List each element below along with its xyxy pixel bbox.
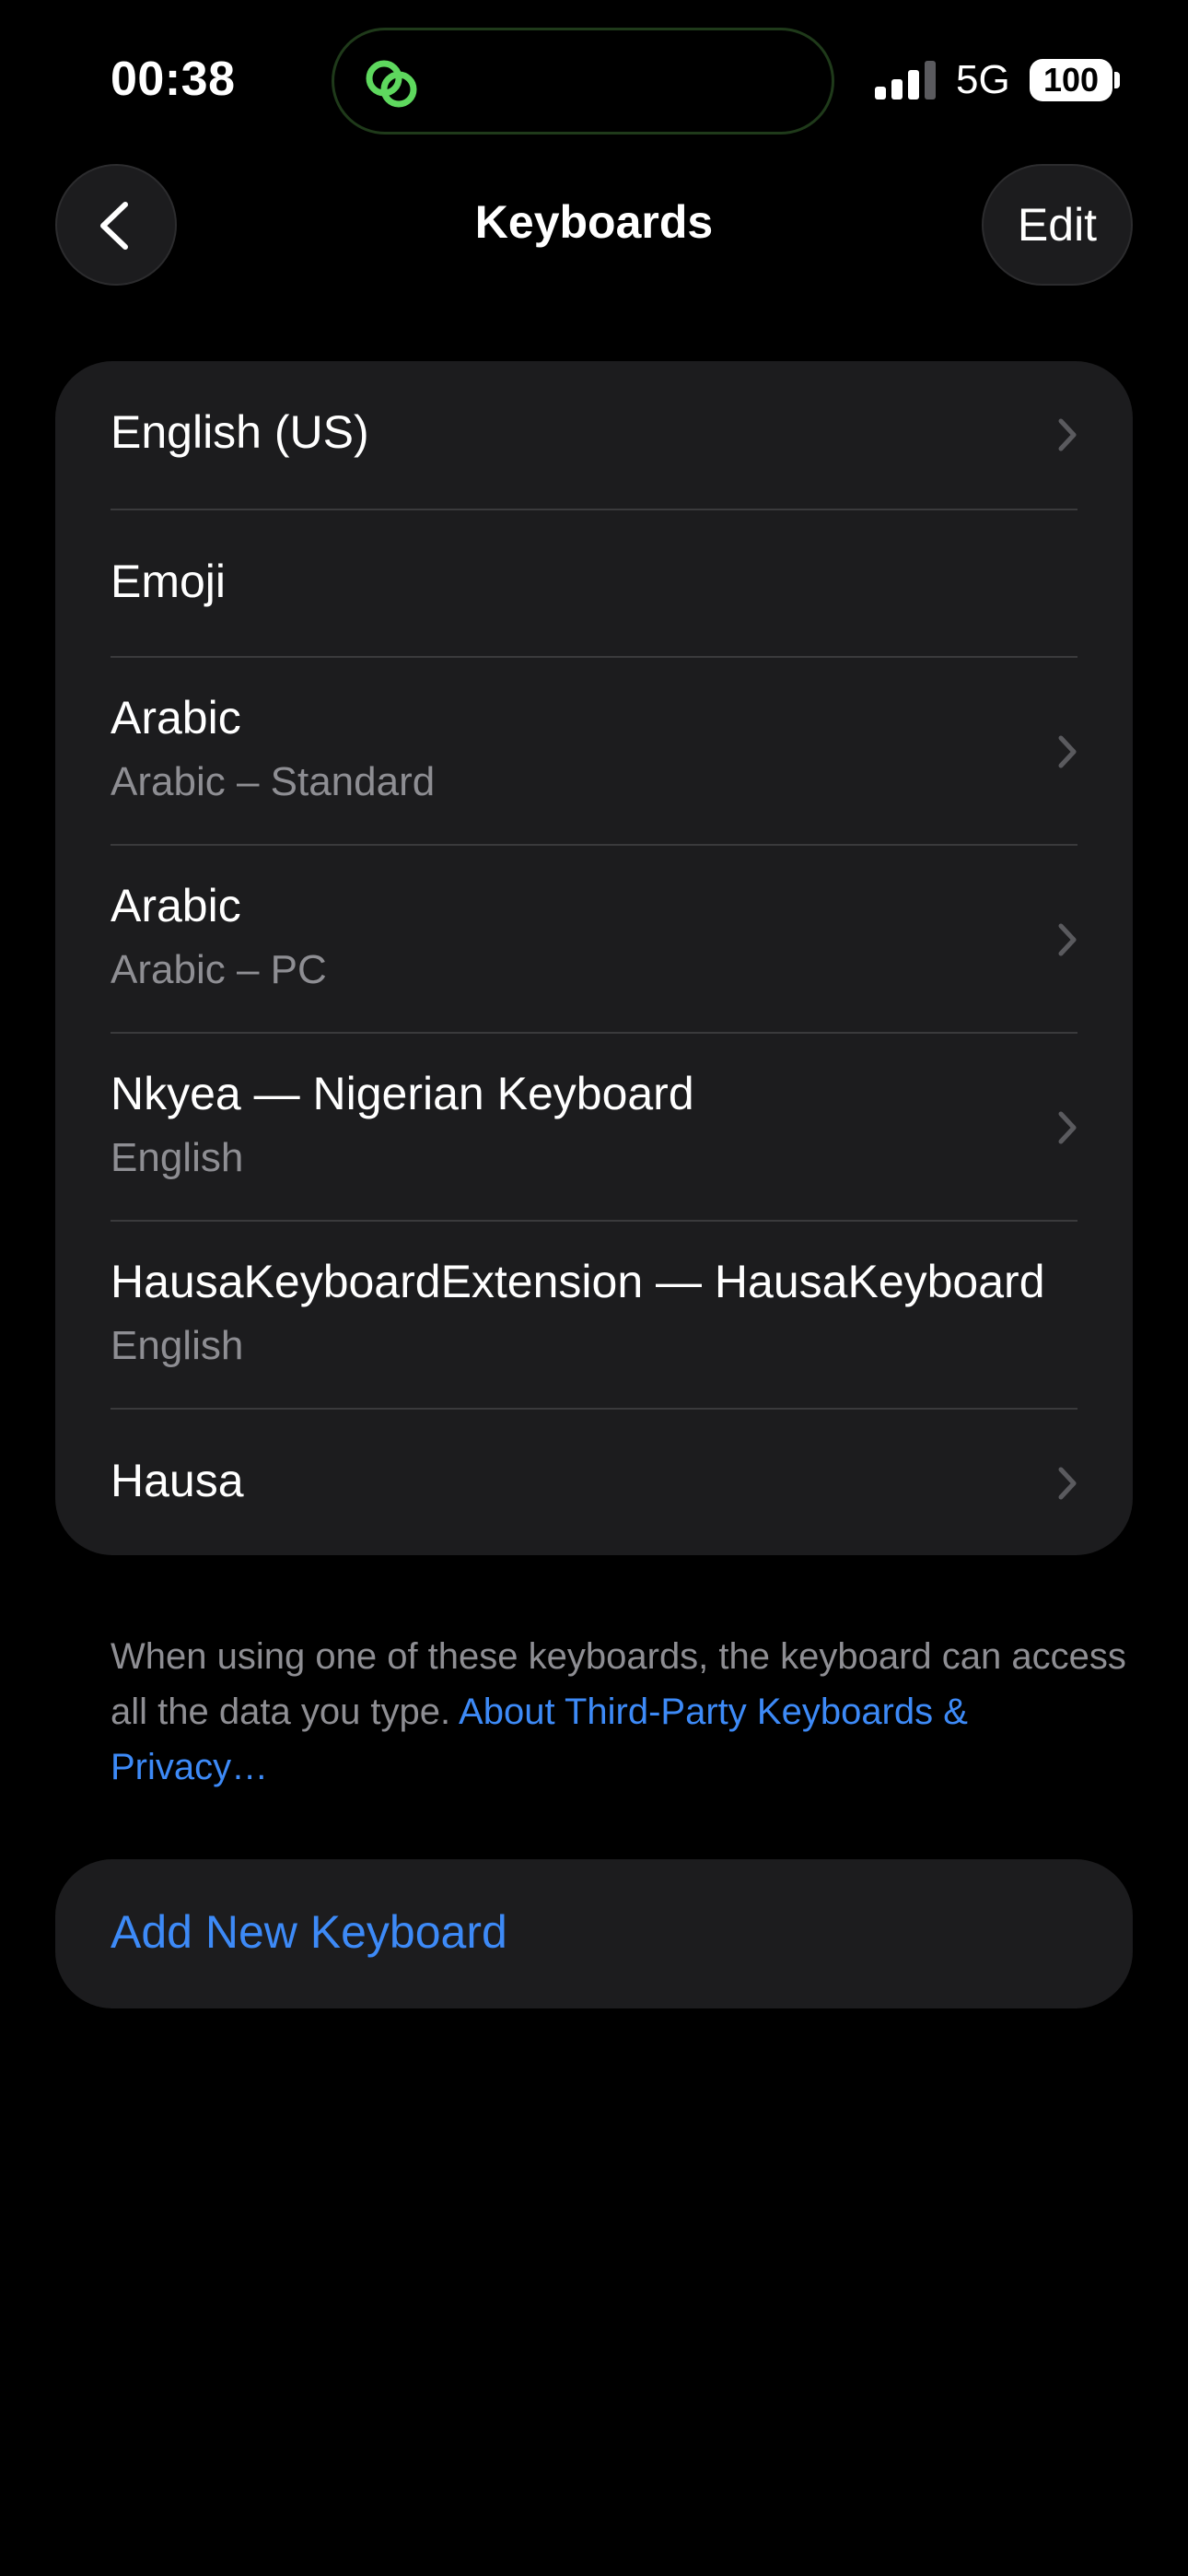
keyboard-subtitle: Arabic – PC xyxy=(111,947,327,992)
keyboard-title: Hausa xyxy=(111,1455,244,1506)
keyboards-list: English (US) Emoji Arabic Arabic – Stand… xyxy=(55,361,1133,1555)
cellular-signal-icon xyxy=(875,61,936,100)
keyboard-title: Emoji xyxy=(111,556,227,607)
chevron-right-icon xyxy=(1058,1467,1077,1500)
keyboard-row-arabic-standard[interactable]: Arabic Arabic – Standard xyxy=(111,656,1077,844)
status-time: 00:38 xyxy=(111,53,236,106)
keyboard-row-emoji[interactable]: Emoji xyxy=(111,509,1077,656)
chevron-right-icon xyxy=(1058,418,1077,451)
dynamic-island[interactable] xyxy=(332,28,834,135)
chevron-right-icon xyxy=(1058,1111,1077,1144)
network-type: 5G xyxy=(956,57,1010,102)
edit-button[interactable]: Edit xyxy=(982,164,1133,286)
keyboard-title: English (US) xyxy=(111,406,369,458)
keyboard-row-hausa-extension[interactable]: HausaKeyboardExtension — HausaKeyboard E… xyxy=(111,1220,1077,1408)
keyboard-subtitle: English xyxy=(111,1135,244,1180)
keyboard-title: Nkyea — Nigerian Keyboard xyxy=(111,1068,694,1119)
chevron-right-icon xyxy=(1058,735,1077,768)
link-rings-icon xyxy=(366,60,417,108)
keyboard-row-hausa[interactable]: Hausa xyxy=(111,1408,1077,1555)
keyboard-title: Arabic xyxy=(111,692,241,744)
keyboard-subtitle: Arabic – Standard xyxy=(111,759,436,804)
keyboard-row-arabic-pc[interactable]: Arabic Arabic – PC xyxy=(111,844,1077,1032)
keyboard-subtitle: English xyxy=(111,1323,244,1368)
keyboard-title: Arabic xyxy=(111,880,241,931)
keyboard-title: HausaKeyboardExtension — HausaKeyboard xyxy=(111,1256,1045,1307)
status-bar: 00:38 5G 100 xyxy=(0,0,1188,157)
privacy-note: When using one of these keyboards, the k… xyxy=(111,1629,1133,1795)
add-new-keyboard-label: Add New Keyboard xyxy=(111,1906,507,1958)
chevron-right-icon xyxy=(1058,923,1077,956)
add-new-keyboard-button[interactable]: Add New Keyboard xyxy=(55,1859,1133,2008)
battery-icon: 100 xyxy=(1030,59,1112,101)
keyboard-row-nkyea[interactable]: Nkyea — Nigerian Keyboard English xyxy=(111,1032,1077,1220)
keyboard-row-english-us[interactable]: English (US) xyxy=(111,361,1077,509)
battery-cap xyxy=(1114,72,1120,88)
